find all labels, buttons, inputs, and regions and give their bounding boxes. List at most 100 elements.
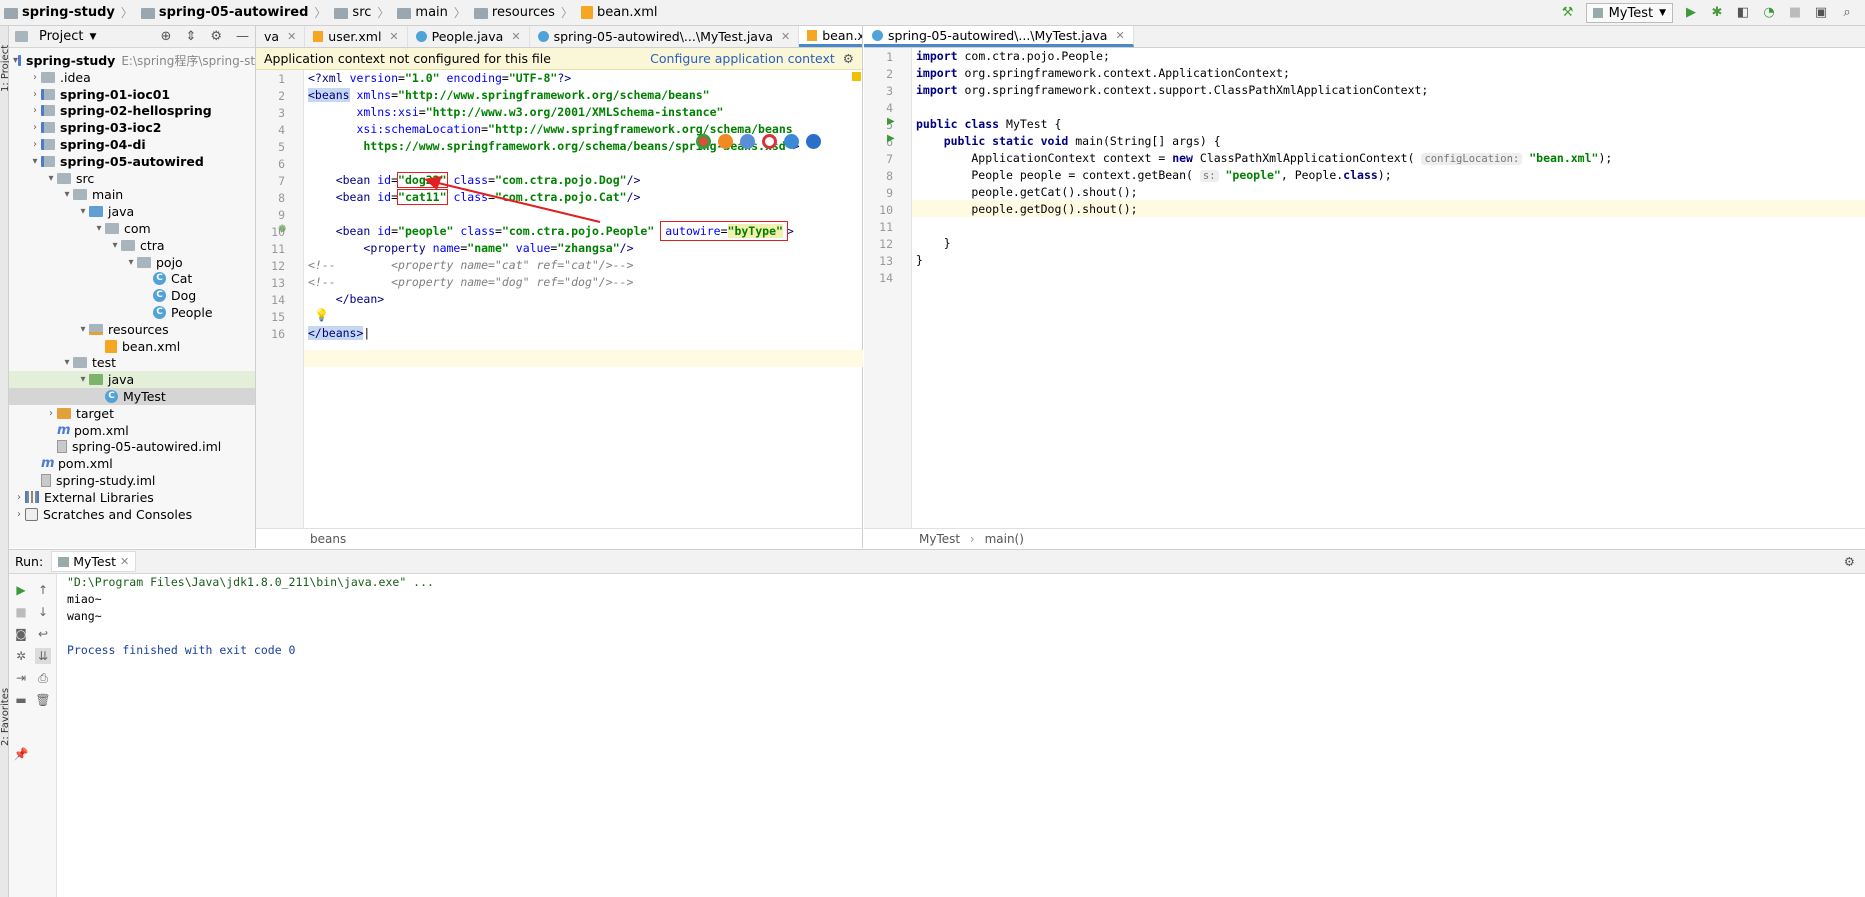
coverage-icon[interactable]: ◧ bbox=[1735, 5, 1751, 21]
close-icon[interactable]: ✕ bbox=[1115, 29, 1124, 42]
tree-item[interactable]: › Scratches and Consoles bbox=[9, 506, 255, 523]
rerun-icon[interactable]: ▶ bbox=[13, 582, 29, 598]
chevron-down-icon[interactable]: ▾ bbox=[45, 173, 57, 184]
tree-item[interactable]: ▾ resources bbox=[9, 321, 255, 338]
exit-icon[interactable]: ⇥ bbox=[13, 670, 29, 686]
code-area[interactable]: 1 2 3 4 5 6 7 8 9 10 11 12 13 14 15 16 <?xml version="1… bbox=[256, 70, 863, 528]
editor-tab[interactable]: user.xml ✕ bbox=[305, 26, 408, 47]
tree-item[interactable]: ▾ pojo bbox=[9, 254, 255, 271]
tree-item[interactable]: C Dog bbox=[9, 287, 255, 304]
breadcrumb-item[interactable]: bean.xml bbox=[577, 0, 662, 26]
print-icon[interactable]: ⎙ bbox=[35, 670, 51, 686]
run-gutter-icon[interactable]: ▶ bbox=[887, 133, 895, 144]
tree-item[interactable]: ▾ java bbox=[9, 371, 255, 389]
close-icon[interactable]: ✕ bbox=[120, 555, 129, 568]
chevron-down-icon[interactable]: ▼ bbox=[89, 32, 96, 42]
breadcrumb-method[interactable]: main() bbox=[985, 532, 1024, 546]
layout-icon[interactable]: ▬ bbox=[13, 692, 29, 708]
tree-item[interactable]: › spring-02-hellospring bbox=[9, 102, 255, 119]
tab-mytest-java[interactable]: spring-05-autowired\...\MyTest.java ✕ bbox=[864, 26, 1134, 47]
breadcrumb-item[interactable]: spring-study 〉 bbox=[0, 0, 137, 26]
close-icon[interactable]: ✕ bbox=[287, 30, 296, 43]
up-arrow-icon[interactable]: ↑ bbox=[35, 582, 51, 598]
scroll-to-end-icon[interactable]: ⇊ bbox=[35, 648, 51, 664]
close-icon[interactable]: ✕ bbox=[389, 30, 398, 43]
camera-icon[interactable]: ◙ bbox=[13, 626, 29, 642]
search-icon[interactable]: ⌕ bbox=[1839, 5, 1855, 21]
tree-item[interactable]: ▾ main bbox=[9, 186, 255, 203]
tree-item[interactable]: › External Libraries bbox=[9, 489, 255, 506]
editor-tab[interactable]: People.java ✕ bbox=[408, 26, 530, 47]
tree-item[interactable]: › .idea bbox=[9, 69, 255, 86]
soft-wrap-icon[interactable]: ↩ bbox=[35, 626, 51, 642]
chevron-down-icon[interactable]: ▾ bbox=[77, 374, 89, 385]
gear-icon[interactable]: ⚙ bbox=[1844, 554, 1855, 569]
chevron-right-icon[interactable]: › bbox=[13, 509, 25, 520]
locate-icon[interactable]: ⊕ bbox=[161, 29, 172, 44]
tree-item[interactable]: ▾ spring-05-autowired bbox=[9, 153, 255, 170]
chevron-right-icon[interactable]: › bbox=[45, 408, 57, 419]
build-hammer-icon[interactable]: ⚒ bbox=[1560, 5, 1576, 21]
tree-item[interactable]: ▾ com bbox=[9, 220, 255, 237]
breadcrumb-item[interactable]: spring-05-autowired 〉 bbox=[137, 0, 331, 26]
run-tab-mytest[interactable]: MyTest ✕ bbox=[51, 551, 137, 572]
stop-icon[interactable]: ■ bbox=[13, 604, 29, 620]
stop-icon[interactable]: ■ bbox=[1787, 5, 1803, 21]
tree-item[interactable]: m pom.xml bbox=[9, 422, 255, 439]
chevron-down-icon[interactable]: ▾ bbox=[61, 189, 73, 200]
project-panel-title[interactable]: Project bbox=[39, 29, 83, 44]
trash-icon[interactable]: 🗑 bbox=[35, 692, 51, 708]
gear-icon[interactable]: ⚙ bbox=[210, 29, 222, 44]
tree-item[interactable]: C MyTest bbox=[9, 388, 255, 405]
chrome-icon[interactable] bbox=[696, 134, 711, 149]
tree-item[interactable]: ▾ java bbox=[9, 203, 255, 220]
editor-breadcrumb[interactable]: beans bbox=[256, 528, 862, 548]
tree-item[interactable]: ▾ ctra bbox=[9, 237, 255, 254]
pin-icon[interactable]: 📌 bbox=[13, 746, 29, 762]
chevron-down-icon[interactable]: ▾ bbox=[77, 324, 89, 335]
chevron-down-icon[interactable]: ▾ bbox=[109, 240, 121, 251]
breadcrumb-item[interactable]: resources 〉 bbox=[470, 0, 577, 26]
gear-icon[interactable]: ⚙ bbox=[843, 51, 854, 66]
console-output[interactable]: "D:\Program Files\Java\jdk1.8.0_211\bin\… bbox=[67, 574, 434, 659]
close-icon[interactable]: ✕ bbox=[781, 30, 790, 43]
chevron-down-icon[interactable]: ▾ bbox=[29, 156, 41, 167]
chevron-right-icon[interactable]: › bbox=[29, 72, 41, 83]
down-arrow-icon[interactable]: ↓ bbox=[35, 604, 51, 620]
firefox-icon[interactable] bbox=[718, 134, 733, 149]
close-icon[interactable]: ✕ bbox=[511, 30, 520, 43]
breadcrumb-item[interactable]: main 〉 bbox=[393, 0, 470, 26]
project-structure-icon[interactable]: ▣ bbox=[1813, 5, 1829, 21]
tree-item[interactable]: › spring-03-ioc2 bbox=[9, 119, 255, 136]
chevron-down-icon[interactable]: ▾ bbox=[125, 257, 137, 268]
tree-item[interactable]: C People bbox=[9, 304, 255, 321]
tree-item[interactable]: ▾ src bbox=[9, 170, 255, 187]
tree-item[interactable]: › target bbox=[9, 405, 255, 422]
run-configuration-select[interactable]: MyTest ▼ bbox=[1585, 3, 1673, 23]
tree-item[interactable]: spring-study.iml bbox=[9, 472, 255, 489]
debug-icon[interactable]: ✱ bbox=[1709, 5, 1725, 21]
breadcrumb-item[interactable]: src 〉 bbox=[330, 0, 393, 26]
chevron-right-icon[interactable]: › bbox=[13, 492, 25, 503]
configure-context-link[interactable]: Configure application context bbox=[650, 51, 835, 66]
tree-item[interactable]: C Cat bbox=[9, 270, 255, 287]
editor-tab[interactable]: spring-05-autowired\...\MyTest.java ✕ bbox=[530, 26, 800, 47]
ie-icon[interactable] bbox=[784, 134, 799, 149]
settings-icon[interactable]: ✲ bbox=[13, 648, 29, 664]
chevron-down-icon[interactable]: ▾ bbox=[61, 357, 73, 368]
run-gutter-icon[interactable]: ▶ bbox=[887, 116, 895, 127]
collapse-all-icon[interactable]: ⇕ bbox=[185, 29, 196, 44]
edge-icon[interactable] bbox=[806, 134, 821, 149]
editor-tab[interactable]: bean.xml✕ bbox=[799, 26, 862, 47]
safari-icon[interactable] bbox=[740, 134, 755, 149]
code-area[interactable]: 1 2 3 4 5 6 7 8 9 10 11 12 13 14 import com.ctra.pojo… bbox=[864, 48, 1865, 528]
tree-item[interactable]: spring-05-autowired.iml bbox=[9, 438, 255, 455]
run-icon[interactable]: ▶ bbox=[1683, 5, 1699, 21]
hide-icon[interactable]: — bbox=[236, 29, 249, 44]
tree-item[interactable]: bean.xml bbox=[9, 338, 255, 355]
breadcrumb-class[interactable]: MyTest bbox=[919, 532, 960, 546]
chevron-right-icon[interactable]: › bbox=[29, 105, 41, 116]
chevron-right-icon[interactable]: › bbox=[29, 122, 41, 133]
profile-icon[interactable]: ◔ bbox=[1761, 5, 1777, 21]
tree-item[interactable]: › spring-04-di bbox=[9, 136, 255, 153]
